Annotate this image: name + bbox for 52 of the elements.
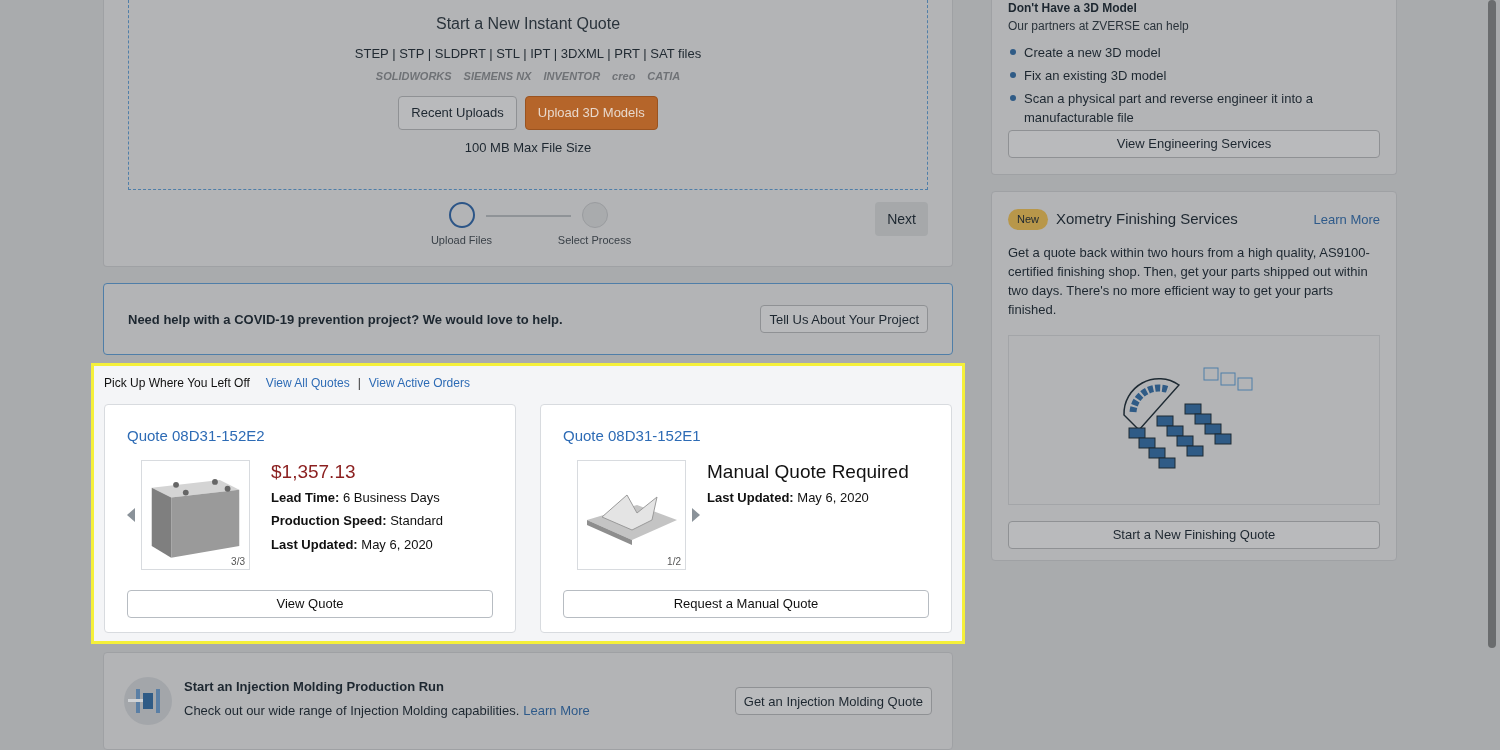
cad-logo: CATIA xyxy=(647,68,681,84)
link-separator: | xyxy=(357,375,361,393)
quote-detail: Production Speed: Standard xyxy=(271,512,443,531)
manual-quote-button[interactable]: Request a Manual Quote xyxy=(563,589,929,618)
cad-logo: SIEMENS NX xyxy=(463,68,532,84)
finishing-quote-button[interactable]: Start a New Finishing Quote xyxy=(1008,520,1380,549)
recent-uploads-button[interactable]: Recent Uploads xyxy=(398,96,517,130)
quote-link[interactable]: Quote 08D31-152E1 xyxy=(563,425,929,448)
image-counter: 1/2 xyxy=(667,554,681,569)
learn-more-link[interactable]: Learn More xyxy=(1313,209,1380,229)
quote-detail: Lead Time: 6 Business Days xyxy=(271,488,441,507)
section-heading: Pick Up Where You Left Off xyxy=(104,375,250,393)
card-subtitle: Our partners at ZVERSE can help xyxy=(1008,18,1190,35)
card-description: Get a quote back within two hours from a high quality, AS9100-certified finishing shop. Then, get your parts shipped out within two days. There's no more efficient way to get your parts finished. xyxy=(1008,243,1371,319)
injection-title: Start an Injection Molding Production Run xyxy=(184,678,445,697)
bullet-icon xyxy=(1010,72,1016,78)
section-title: Start a New Instant Quote xyxy=(435,14,621,34)
new-badge: New xyxy=(1008,209,1048,230)
quotes-link[interactable]: View All Quotes xyxy=(265,374,350,393)
quote-detail: Last Updated: May 6, 2020 xyxy=(707,488,870,507)
cad-logo: INVENTOR xyxy=(543,68,601,84)
card-title: Xometry Finishing Services xyxy=(1056,209,1239,229)
banner-text: Need help with a COVID-19 prevention project? We would love to help. xyxy=(128,310,563,329)
list-item: Create a new 3D model xyxy=(1024,44,1161,62)
project-button[interactable]: Tell Us About Your Project xyxy=(760,305,928,334)
cad-logo: SOLIDWORKS xyxy=(375,68,452,84)
step-label: Select Process xyxy=(557,233,632,248)
next-arrow-icon[interactable] xyxy=(692,507,700,522)
max-file-size: 100 MB Max File Size xyxy=(464,139,592,157)
list-item: Fix an existing 3D model xyxy=(1024,67,1167,85)
injection-text: Check out our wide range of Injection Molding capabilities. xyxy=(184,701,520,720)
bullet-icon xyxy=(1010,95,1016,101)
file-formats: STEP | STP | SLDPRT | STL | IPT | 3DXML | PRT | SAT files xyxy=(354,45,702,63)
card-title: Don't Have a 3D Model xyxy=(1008,0,1138,15)
list-item: Scan a physical part and reverse engineer it into a manufacturable file xyxy=(1024,90,1315,127)
bullet-icon xyxy=(1010,49,1016,55)
image-counter: 3/3 xyxy=(231,554,245,569)
step-label: Upload Files xyxy=(430,233,493,248)
previous-arrow-icon[interactable] xyxy=(127,507,135,522)
view-quote-button[interactable]: View Quote xyxy=(127,589,493,618)
scrollbar-thumb[interactable] xyxy=(1488,0,1496,648)
injection-quote-button[interactable]: Get an Injection Molding Quote xyxy=(734,687,932,716)
orders-link[interactable]: View Active Orders xyxy=(368,374,470,393)
quote-link[interactable]: Quote 08D31-152E2 xyxy=(127,425,493,448)
quote-detail: Last Updated: May 6, 2020 xyxy=(271,535,434,554)
engineering-button[interactable]: View Engineering Services xyxy=(1008,130,1380,158)
quote-price: $1,357.13 xyxy=(271,459,357,484)
next-button[interactable]: Next xyxy=(875,202,928,236)
cad-logo: creo xyxy=(612,68,636,84)
mold-icon xyxy=(124,677,172,726)
quote-status: Manual Quote Required xyxy=(707,459,909,484)
learn-more-link[interactable]: Learn More xyxy=(523,700,590,721)
